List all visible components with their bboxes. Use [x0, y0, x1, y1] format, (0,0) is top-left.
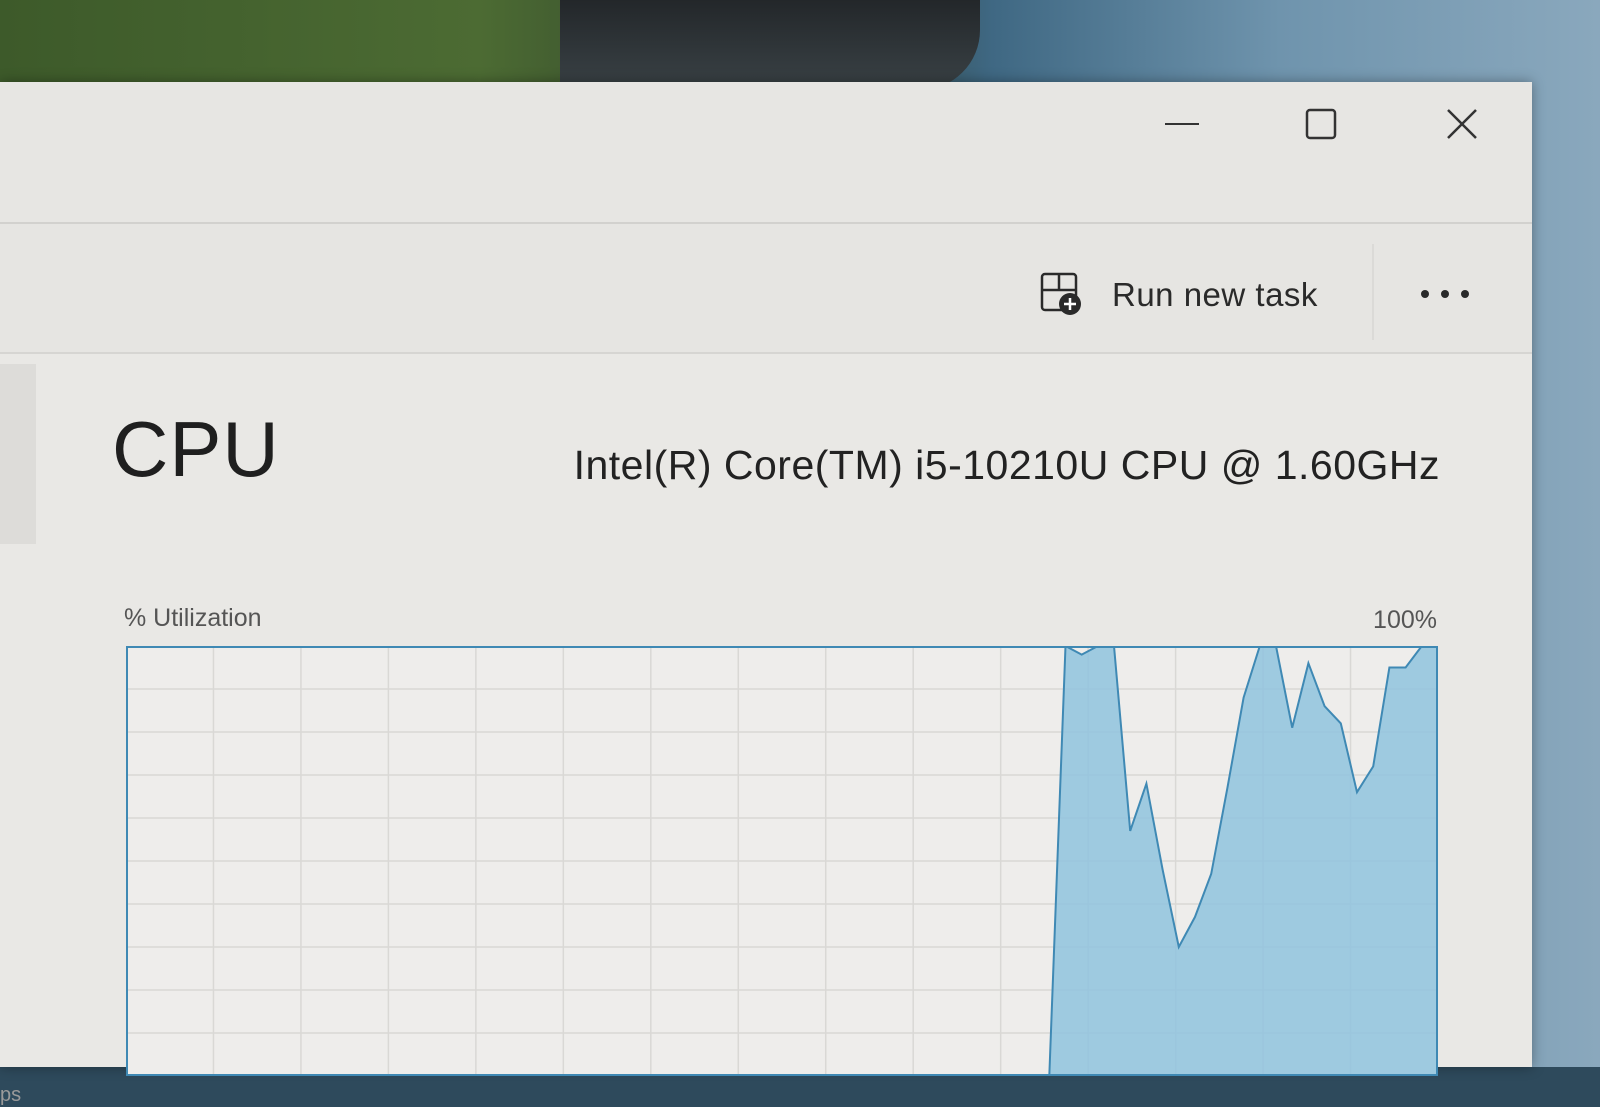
- minimize-button[interactable]: [1137, 96, 1227, 152]
- toolbar-divider: [1372, 244, 1374, 340]
- toolbar: Run new task: [0, 224, 1532, 354]
- more-options-button[interactable]: [1412, 274, 1478, 314]
- more-options-icon: [1421, 290, 1469, 298]
- run-new-task-label: Run new task: [1112, 276, 1318, 313]
- page-title: CPU: [112, 405, 280, 493]
- navigation-pane[interactable]: [0, 364, 36, 544]
- performance-panel: CPU Intel(R) Core(TM) i5-10210U CPU @ 1.…: [0, 354, 1532, 1106]
- minimize-icon: [1165, 123, 1199, 125]
- cpu-utilization-chart: [126, 644, 1438, 1077]
- partial-sidebar-label: ps: [0, 1084, 22, 1106]
- utilization-axis-label: % Utilization: [124, 604, 262, 632]
- cpu-chart-svg: [126, 644, 1438, 1077]
- close-icon: [1447, 109, 1477, 139]
- task-manager-window: Run new task CPU Intel(R) Core(TM) i5-10…: [0, 82, 1532, 1106]
- run-new-task-button[interactable]: Run new task: [1038, 270, 1318, 320]
- run-task-icon: [1040, 272, 1081, 315]
- wallpaper-rock: [560, 0, 980, 90]
- close-button[interactable]: [1417, 96, 1507, 152]
- cpu-model-name: Intel(R) Core(TM) i5-10210U CPU @ 1.60GH…: [573, 442, 1440, 488]
- maximize-icon: [1305, 108, 1337, 140]
- maximize-button[interactable]: [1276, 96, 1366, 152]
- max-value-label: 100%: [1373, 606, 1437, 634]
- title-bar[interactable]: [0, 82, 1532, 224]
